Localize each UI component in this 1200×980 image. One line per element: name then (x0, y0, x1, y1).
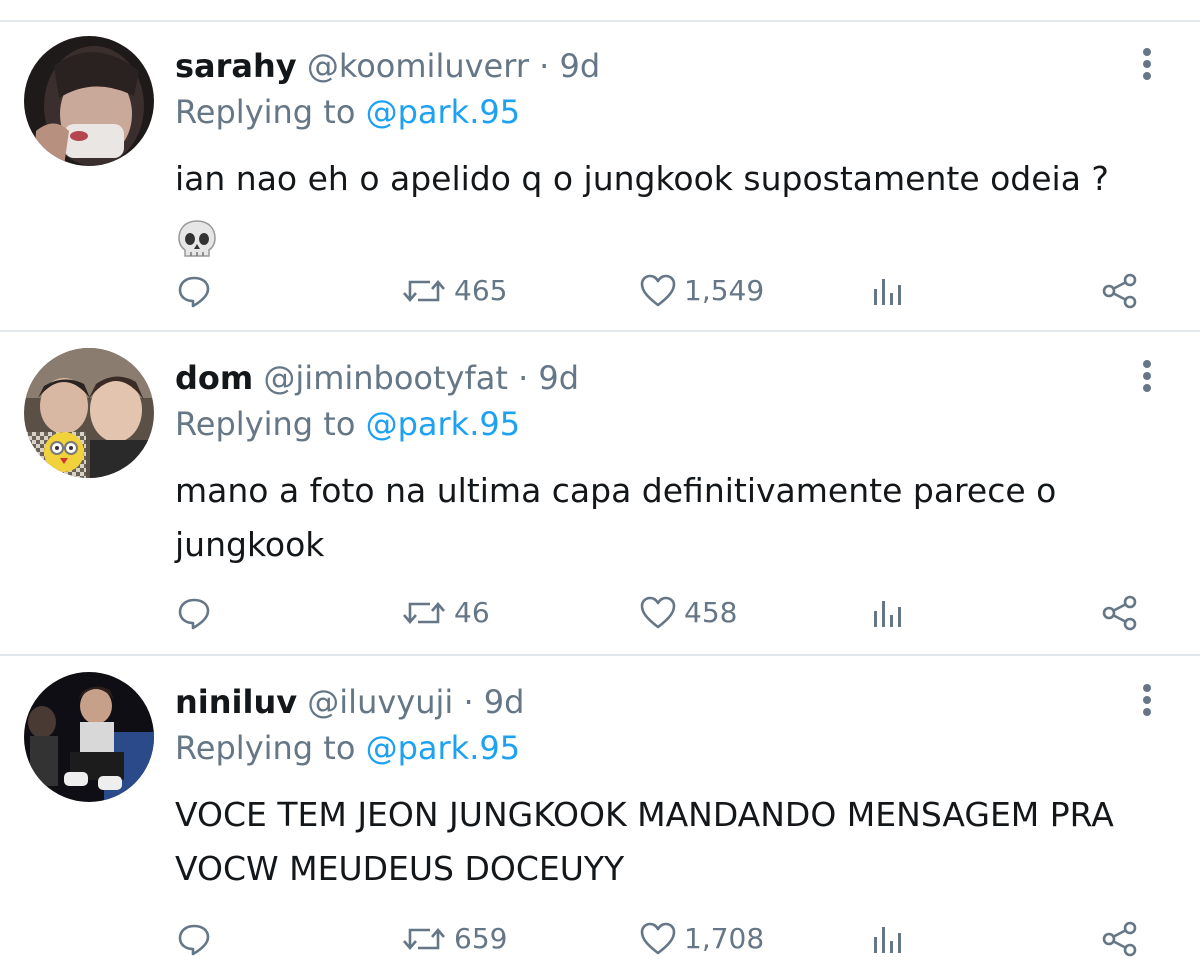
mention-link[interactable]: @park.95 (366, 729, 521, 767)
retweet-count: 46 (454, 596, 490, 629)
heart-icon (640, 922, 676, 955)
heart-icon (640, 596, 676, 629)
like-count: 1,708 (684, 922, 765, 955)
retweet-button[interactable]: 46 (400, 588, 490, 638)
tweet-header: sarahy @koomiluverr · 9d (175, 46, 600, 86)
separator: · (539, 47, 550, 85)
reply-icon (178, 598, 210, 630)
separator: · (463, 683, 474, 721)
tweet-header: niniluv @iluvyuji · 9d (175, 682, 524, 722)
like-button[interactable]: 1,549 (638, 266, 764, 316)
mention-link[interactable]: @park.95 (366, 93, 521, 131)
retweet-count: 659 (454, 922, 508, 955)
retweet-icon (403, 602, 445, 624)
avatar[interactable] (24, 672, 154, 802)
heart-icon (640, 274, 676, 307)
more-options-button[interactable] (1132, 680, 1162, 720)
handle[interactable]: @jiminbootyfat (263, 359, 508, 397)
tweet-text: mano a foto na ultima capa definitivamen… (175, 471, 1057, 564)
more-options-button[interactable] (1132, 356, 1162, 396)
avatar[interactable] (24, 36, 154, 166)
analytics-button[interactable] (872, 266, 906, 316)
retweet-button[interactable]: 465 (400, 266, 507, 316)
analytics-button[interactable] (872, 914, 906, 964)
like-count: 1,549 (684, 274, 765, 307)
share-button[interactable] (1100, 588, 1140, 638)
more-options-button[interactable] (1132, 44, 1162, 84)
tweet-actions: 46 458 (0, 588, 1200, 638)
analytics-icon (874, 601, 901, 627)
display-name[interactable]: dom (175, 359, 253, 397)
analytics-icon (874, 279, 901, 305)
timestamp[interactable]: 9d (538, 359, 579, 397)
more-vertical-icon (1143, 360, 1151, 368)
reply-button[interactable] (176, 266, 212, 316)
timestamp[interactable]: 9d (484, 683, 525, 721)
tweet-actions: 465 1,549 (0, 266, 1200, 316)
reply-button[interactable] (176, 588, 212, 638)
skull-icon (175, 218, 219, 262)
reply-button[interactable] (176, 914, 212, 964)
replying-to: Replying to @park.95 (175, 92, 520, 132)
separator: · (518, 359, 529, 397)
tweet-header: dom @jiminbootyfat · 9d (175, 358, 579, 398)
analytics-icon (874, 927, 901, 953)
handle[interactable]: @iluvyuji (307, 683, 453, 721)
tweet-text: VOCE TEM JEON JUNGKOOK MANDANDO MENSAGEM… (175, 795, 1114, 888)
display-name[interactable]: sarahy (175, 47, 297, 85)
more-vertical-icon (1143, 684, 1151, 692)
reply-tweet[interactable]: dom @jiminbootyfat · 9d Replying to @par… (0, 334, 1200, 654)
retweet-icon (403, 928, 445, 950)
share-icon (1102, 595, 1137, 631)
handle[interactable]: @koomiluverr (307, 47, 529, 85)
share-button[interactable] (1100, 914, 1140, 964)
reply-tweet[interactable]: niniluv @iluvyuji · 9d Replying to @park… (0, 658, 1200, 980)
share-button[interactable] (1100, 266, 1140, 316)
display-name[interactable]: niniluv (175, 683, 297, 721)
retweet-icon (403, 280, 445, 302)
tweet-divider (0, 654, 1200, 656)
replying-to: Replying to @park.95 (175, 404, 520, 444)
reply-tweet[interactable]: sarahy @koomiluverr · 9d Replying to @pa… (0, 22, 1200, 330)
reply-icon (178, 924, 210, 956)
reply-icon (178, 276, 210, 308)
retweet-button[interactable]: 659 (400, 914, 507, 964)
more-vertical-icon (1143, 48, 1151, 56)
replying-to-label: Replying to (175, 729, 356, 767)
replying-to-label: Replying to (175, 93, 356, 131)
like-button[interactable]: 1,708 (638, 914, 764, 964)
tweet-divider (0, 330, 1200, 332)
share-icon (1102, 273, 1137, 309)
like-button[interactable]: 458 (638, 588, 737, 638)
analytics-button[interactable] (872, 588, 906, 638)
tweet-actions: 659 1,708 (0, 914, 1200, 964)
share-icon (1102, 921, 1137, 957)
mention-link[interactable]: @park.95 (366, 405, 521, 443)
tweet-text: ian nao eh o apelido q o jungkook supost… (175, 159, 1109, 198)
like-count: 458 (684, 596, 738, 629)
avatar[interactable] (24, 348, 154, 478)
retweet-count: 465 (454, 274, 508, 307)
replying-to-label: Replying to (175, 405, 356, 443)
replying-to: Replying to @park.95 (175, 728, 520, 768)
timestamp[interactable]: 9d (560, 47, 601, 85)
